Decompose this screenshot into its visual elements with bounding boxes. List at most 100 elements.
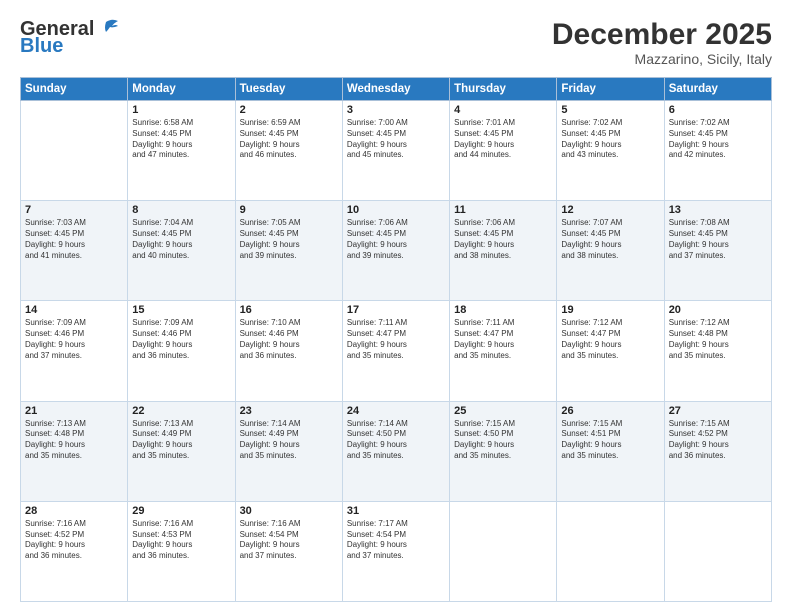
day-info: Sunrise: 7:08 AMSunset: 4:45 PMDaylight:… bbox=[669, 218, 767, 261]
day-cell: 23 Sunrise: 7:14 AMSunset: 4:49 PMDayligh… bbox=[235, 401, 342, 501]
day-cell: 9 Sunrise: 7:05 AMSunset: 4:45 PMDaylight… bbox=[235, 201, 342, 301]
page: General Blue December 2025 Mazzarino, Si… bbox=[0, 0, 792, 612]
day-number: 21 bbox=[25, 405, 123, 417]
day-info: Sunrise: 7:04 AMSunset: 4:45 PMDaylight:… bbox=[132, 218, 230, 261]
day-number: 10 bbox=[347, 204, 445, 216]
logo: General Blue bbox=[20, 18, 120, 58]
day-info: Sunrise: 7:02 AMSunset: 4:45 PMDaylight:… bbox=[669, 118, 767, 161]
day-cell: 20 Sunrise: 7:12 AMSunset: 4:48 PMDayligh… bbox=[664, 301, 771, 401]
day-number: 1 bbox=[132, 104, 230, 116]
week-row-5: 28Sunrise: 7:16 AMSunset: 4:52 PMDayligh… bbox=[21, 501, 772, 601]
day-cell: 31 Sunrise: 7:17 AMSunset: 4:54 PMDayligh… bbox=[342, 501, 449, 601]
day-number: 8 bbox=[132, 204, 230, 216]
day-cell: 28Sunrise: 7:16 AMSunset: 4:52 PMDayligh… bbox=[21, 501, 128, 601]
day-number: 2 bbox=[240, 104, 338, 116]
day-info: Sunrise: 7:03 AMSunset: 4:45 PMDaylight:… bbox=[25, 218, 123, 261]
day-number: 9 bbox=[240, 204, 338, 216]
col-header-monday: Monday bbox=[128, 78, 235, 101]
day-info: Sunrise: 7:09 AMSunset: 4:46 PMDaylight:… bbox=[132, 318, 230, 361]
title-area: December 2025 Mazzarino, Sicily, Italy bbox=[552, 18, 772, 67]
day-info: Sunrise: 7:15 AMSunset: 4:50 PMDaylight:… bbox=[454, 419, 552, 462]
day-cell: 7 Sunrise: 7:03 AMSunset: 4:45 PMDaylight… bbox=[21, 201, 128, 301]
location: Mazzarino, Sicily, Italy bbox=[552, 51, 772, 67]
day-cell: 8 Sunrise: 7:04 AMSunset: 4:45 PMDaylight… bbox=[128, 201, 235, 301]
day-number: 18 bbox=[454, 304, 552, 316]
day-info: Sunrise: 7:16 AMSunset: 4:53 PMDaylight:… bbox=[132, 519, 230, 562]
day-info: Sunrise: 7:15 AMSunset: 4:52 PMDaylight:… bbox=[669, 419, 767, 462]
day-info: Sunrise: 7:01 AMSunset: 4:45 PMDaylight:… bbox=[454, 118, 552, 161]
day-info: Sunrise: 7:02 AMSunset: 4:45 PMDaylight:… bbox=[561, 118, 659, 161]
day-info: Sunrise: 7:12 AMSunset: 4:47 PMDaylight:… bbox=[561, 318, 659, 361]
day-cell: 10 Sunrise: 7:06 AMSunset: 4:45 PMDayligh… bbox=[342, 201, 449, 301]
day-number: 17 bbox=[347, 304, 445, 316]
day-cell: 12Sunrise: 7:07 AMSunset: 4:45 PMDayligh… bbox=[557, 201, 664, 301]
day-info: Sunrise: 7:12 AMSunset: 4:48 PMDaylight:… bbox=[669, 318, 767, 361]
calendar-table: SundayMondayTuesdayWednesdayThursdayFrid… bbox=[20, 77, 772, 602]
day-cell bbox=[557, 501, 664, 601]
day-number: 12 bbox=[561, 204, 659, 216]
day-cell: 19 Sunrise: 7:12 AMSunset: 4:47 PMDayligh… bbox=[557, 301, 664, 401]
header: General Blue December 2025 Mazzarino, Si… bbox=[20, 18, 772, 67]
day-number: 24 bbox=[347, 405, 445, 417]
day-cell: 26Sunrise: 7:15 AMSunset: 4:51 PMDayligh… bbox=[557, 401, 664, 501]
day-info: Sunrise: 7:16 AMSunset: 4:54 PMDaylight:… bbox=[240, 519, 338, 562]
col-header-sunday: Sunday bbox=[21, 78, 128, 101]
calendar-header-row: SundayMondayTuesdayWednesdayThursdayFrid… bbox=[21, 78, 772, 101]
day-info: Sunrise: 7:11 AMSunset: 4:47 PMDaylight:… bbox=[347, 318, 445, 361]
col-header-wednesday: Wednesday bbox=[342, 78, 449, 101]
day-info: Sunrise: 7:14 AMSunset: 4:50 PMDaylight:… bbox=[347, 419, 445, 462]
week-row-2: 7 Sunrise: 7:03 AMSunset: 4:45 PMDaylight… bbox=[21, 201, 772, 301]
day-number: 4 bbox=[454, 104, 552, 116]
day-info: Sunrise: 7:11 AMSunset: 4:47 PMDaylight:… bbox=[454, 318, 552, 361]
day-number: 13 bbox=[669, 204, 767, 216]
day-number: 23 bbox=[240, 405, 338, 417]
day-cell bbox=[450, 501, 557, 601]
logo-blue-text: Blue bbox=[20, 35, 63, 58]
day-cell: 22 Sunrise: 7:13 AMSunset: 4:49 PMDayligh… bbox=[128, 401, 235, 501]
day-cell: 11 Sunrise: 7:06 AMSunset: 4:45 PMDayligh… bbox=[450, 201, 557, 301]
day-info: Sunrise: 7:05 AMSunset: 4:45 PMDaylight:… bbox=[240, 218, 338, 261]
day-cell: 30 Sunrise: 7:16 AMSunset: 4:54 PMDayligh… bbox=[235, 501, 342, 601]
day-number: 15 bbox=[132, 304, 230, 316]
day-number: 26 bbox=[561, 405, 659, 417]
day-info: Sunrise: 7:09 AMSunset: 4:46 PMDaylight:… bbox=[25, 318, 123, 361]
day-number: 20 bbox=[669, 304, 767, 316]
week-row-3: 14 Sunrise: 7:09 AMSunset: 4:46 PMDayligh… bbox=[21, 301, 772, 401]
day-number: 27 bbox=[669, 405, 767, 417]
day-cell: 13 Sunrise: 7:08 AMSunset: 4:45 PMDayligh… bbox=[664, 201, 771, 301]
col-header-saturday: Saturday bbox=[664, 78, 771, 101]
logo-bird-icon bbox=[98, 18, 120, 38]
day-cell: 24 Sunrise: 7:14 AMSunset: 4:50 PMDayligh… bbox=[342, 401, 449, 501]
day-info: Sunrise: 7:14 AMSunset: 4:49 PMDaylight:… bbox=[240, 419, 338, 462]
day-cell: 27 Sunrise: 7:15 AMSunset: 4:52 PMDayligh… bbox=[664, 401, 771, 501]
day-cell: 15 Sunrise: 7:09 AMSunset: 4:46 PMDayligh… bbox=[128, 301, 235, 401]
day-cell: 18 Sunrise: 7:11 AMSunset: 4:47 PMDayligh… bbox=[450, 301, 557, 401]
day-number: 7 bbox=[25, 204, 123, 216]
day-number: 16 bbox=[240, 304, 338, 316]
col-header-friday: Friday bbox=[557, 78, 664, 101]
day-number: 25 bbox=[454, 405, 552, 417]
day-info: Sunrise: 7:06 AMSunset: 4:45 PMDaylight:… bbox=[454, 218, 552, 261]
day-info: Sunrise: 7:13 AMSunset: 4:48 PMDaylight:… bbox=[25, 419, 123, 462]
day-cell bbox=[21, 101, 128, 201]
day-info: Sunrise: 7:00 AMSunset: 4:45 PMDaylight:… bbox=[347, 118, 445, 161]
day-number: 5 bbox=[561, 104, 659, 116]
day-number: 11 bbox=[454, 204, 552, 216]
day-number: 3 bbox=[347, 104, 445, 116]
day-number: 19 bbox=[561, 304, 659, 316]
col-header-tuesday: Tuesday bbox=[235, 78, 342, 101]
day-number: 22 bbox=[132, 405, 230, 417]
day-cell: 5 Sunrise: 7:02 AMSunset: 4:45 PMDaylight… bbox=[557, 101, 664, 201]
day-number: 31 bbox=[347, 505, 445, 517]
day-info: Sunrise: 7:06 AMSunset: 4:45 PMDaylight:… bbox=[347, 218, 445, 261]
col-header-thursday: Thursday bbox=[450, 78, 557, 101]
day-info: Sunrise: 7:13 AMSunset: 4:49 PMDaylight:… bbox=[132, 419, 230, 462]
day-info: Sunrise: 7:17 AMSunset: 4:54 PMDaylight:… bbox=[347, 519, 445, 562]
day-info: Sunrise: 6:58 AMSunset: 4:45 PMDaylight:… bbox=[132, 118, 230, 161]
day-cell bbox=[664, 501, 771, 601]
day-cell: 3 Sunrise: 7:00 AMSunset: 4:45 PMDaylight… bbox=[342, 101, 449, 201]
day-number: 28 bbox=[25, 505, 123, 517]
day-number: 14 bbox=[25, 304, 123, 316]
day-number: 30 bbox=[240, 505, 338, 517]
month-title: December 2025 bbox=[552, 18, 772, 51]
